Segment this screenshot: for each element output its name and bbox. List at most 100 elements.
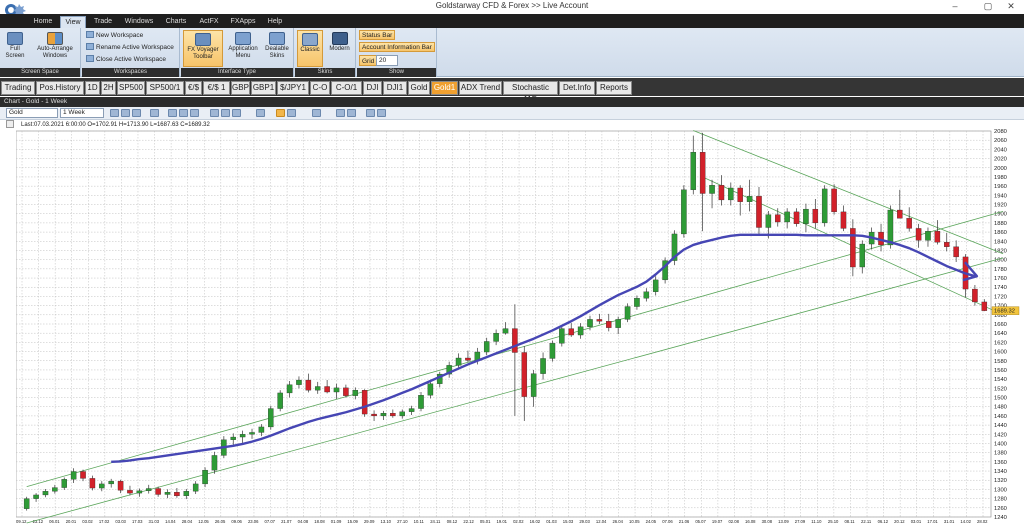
symbol-tab-gold-15[interactable]: Gold [408,81,430,95]
candle-body-49 [483,341,490,353]
symbol-tab-dji1-14[interactable]: DJI1 [383,81,407,95]
line-type-icon[interactable] [190,109,199,117]
zoom-in-icon[interactable] [110,109,119,117]
candle-body-76 [737,187,743,202]
x-tick-label-2: 06.01 [49,519,60,524]
price-chart[interactable]: 2080 2060 2040 2020 2000 1980 1960 1940 1920 1900… [16,129,1024,526]
y-tick-label-35: 1380 [994,451,1007,457]
auto-arrange-button[interactable]: Auto-Arrange Windows [32,32,78,60]
menu-windows[interactable]: Windows [122,16,156,28]
close-button[interactable]: ✕ [998,0,1024,13]
draw-line-icon[interactable] [256,109,265,117]
grid-value-input[interactable]: 20 [376,55,398,66]
symbol-tab-pos-history-1[interactable]: Pos.History [36,81,84,95]
x-tick-label-43: 02.08 [728,519,739,524]
symbol-tab-trading-0[interactable]: Trading [1,81,35,95]
status-bar-toggle[interactable]: Status Bar [359,30,396,40]
bar-type-icon[interactable] [179,109,188,117]
candle-body-83 [803,208,809,224]
objects-icon[interactable] [312,109,321,117]
account-info-bar-toggle[interactable]: Account Information Bar [359,42,435,52]
new-workspace-button[interactable]: New Workspace [86,31,143,41]
scroll-left-icon[interactable] [210,109,219,117]
menu-actfx[interactable]: ActFX [196,16,222,28]
x-tick-label-23: 27.10 [397,519,408,524]
y-tick-label-16: 1760 [994,276,1007,282]
x-tick-label-38: 24.05 [646,519,657,524]
symbol-tab-gold1-16[interactable]: Gold1 [431,81,458,95]
symbol-tab-adx-trend-17[interactable]: ADX Trend [459,81,502,95]
autoscroll-icon[interactable] [232,109,241,117]
symbol-tab-sp500-1-5[interactable]: SP500/1 [146,81,184,95]
full-screen-button[interactable]: Full Screen [3,32,27,60]
symbol-tab-dji-13[interactable]: DJI [363,81,382,95]
save-chart-icon[interactable] [377,109,386,117]
x-tick-label-36: 26.04 [612,519,623,524]
candle-body-20 [211,455,218,471]
candle-body-43 [427,383,434,396]
candle-body-65 [634,298,640,307]
x-tick-label-57: 14.02 [960,519,971,524]
crosshair-icon[interactable] [132,109,141,117]
x-tick-label-26: 08.12 [447,519,458,524]
symbol-tab-1d-2[interactable]: 1D [85,81,100,95]
symbol-tab-sp500-4[interactable]: SP500 [117,81,145,95]
candle-body-95 [915,228,922,241]
symbol-tab-2h-3[interactable]: 2H [101,81,116,95]
x-tick-label-42: 19.07 [712,519,723,524]
menu-charts[interactable]: Charts [162,16,190,28]
y-tick-label-37: 1340 [994,469,1007,475]
y-tick-label-30: 1480 [994,405,1007,411]
add-indicator-icon[interactable] [150,109,159,117]
rename-workspace-button[interactable]: Rename Active Workspace [86,43,174,53]
text-tool-icon[interactable] [287,109,296,117]
menu-home[interactable]: Home [30,16,56,28]
dealable-skins-button[interactable]: Dealable Skins [263,32,291,60]
candle-body-52 [512,328,518,353]
close-workspace-icon [86,55,94,62]
menu-trade[interactable]: Trade [90,16,116,28]
candle-type-icon[interactable] [168,109,177,117]
instrument-select[interactable]: Gold [6,108,58,118]
menu-help[interactable]: Help [264,16,286,28]
candle-body-25 [258,426,265,433]
symbol-tab-stochastic-11d-18[interactable]: Stochastic 11D [503,81,558,104]
symbol-tab-det-info-19[interactable]: Det.Info [559,81,595,95]
symbol-tab-gbp1-9[interactable]: GBP1 [251,81,276,95]
group-label-interface-type: Interface Type [181,68,293,77]
symbol-tab--jpy1-10[interactable]: $/JPY1 [277,81,309,95]
y-tick-label-28: 1520 [994,386,1007,392]
zoom-out-icon[interactable] [121,109,130,117]
chart-expand-icon[interactable] [6,120,14,128]
fx-voyager-toolbar-button[interactable]: FX Voyager Toolbar [183,30,223,67]
print-icon[interactable] [366,109,375,117]
symbol-tab-gbp-8[interactable]: GBP [231,81,250,95]
y-tick-label-31: 1460 [994,414,1007,420]
minimize-button[interactable]: – [942,0,968,13]
menu-view[interactable]: View [60,16,86,28]
symbol-tab--6[interactable]: €/$ [185,81,202,95]
candle-body-32 [324,386,330,393]
symbol-tab--1-7[interactable]: €/$ 1 [203,81,230,95]
chart-toolbar: Gold 1 Week [0,107,1024,120]
x-tick-label-3: 20.01 [66,519,77,524]
modern-skin-button[interactable]: Modern [326,32,353,53]
group-label-workspaces: Workspaces [82,68,179,77]
scroll-right-icon[interactable] [221,109,230,117]
close-workspace-button[interactable]: Close Active Workspace [86,55,166,65]
color-tool-icon[interactable] [336,109,345,117]
symbol-tab-reports-20[interactable]: Reports [596,81,632,95]
pencil-icon[interactable] [276,109,285,117]
dealable-skins-label: Dealable Skins [265,46,289,59]
candle-body-16 [174,492,180,497]
classic-skin-button[interactable]: Classic [297,30,323,67]
application-menu-button[interactable]: Application Menu [226,32,260,60]
timeframe-select[interactable]: 1 Week [60,108,104,118]
properties-icon[interactable] [347,109,356,117]
y-tick-label-42: 1240 [994,515,1007,521]
group-screen-space: Full Screen Auto-Arrange Windows Screen … [0,28,81,77]
symbol-tab-c-o-1-12[interactable]: C-O/1 [331,81,362,95]
menu-fxapps[interactable]: FXApps [228,16,258,28]
symbol-tab-c-o-11[interactable]: C-O [310,81,330,95]
y-tick-label-34: 1400 [994,441,1007,447]
